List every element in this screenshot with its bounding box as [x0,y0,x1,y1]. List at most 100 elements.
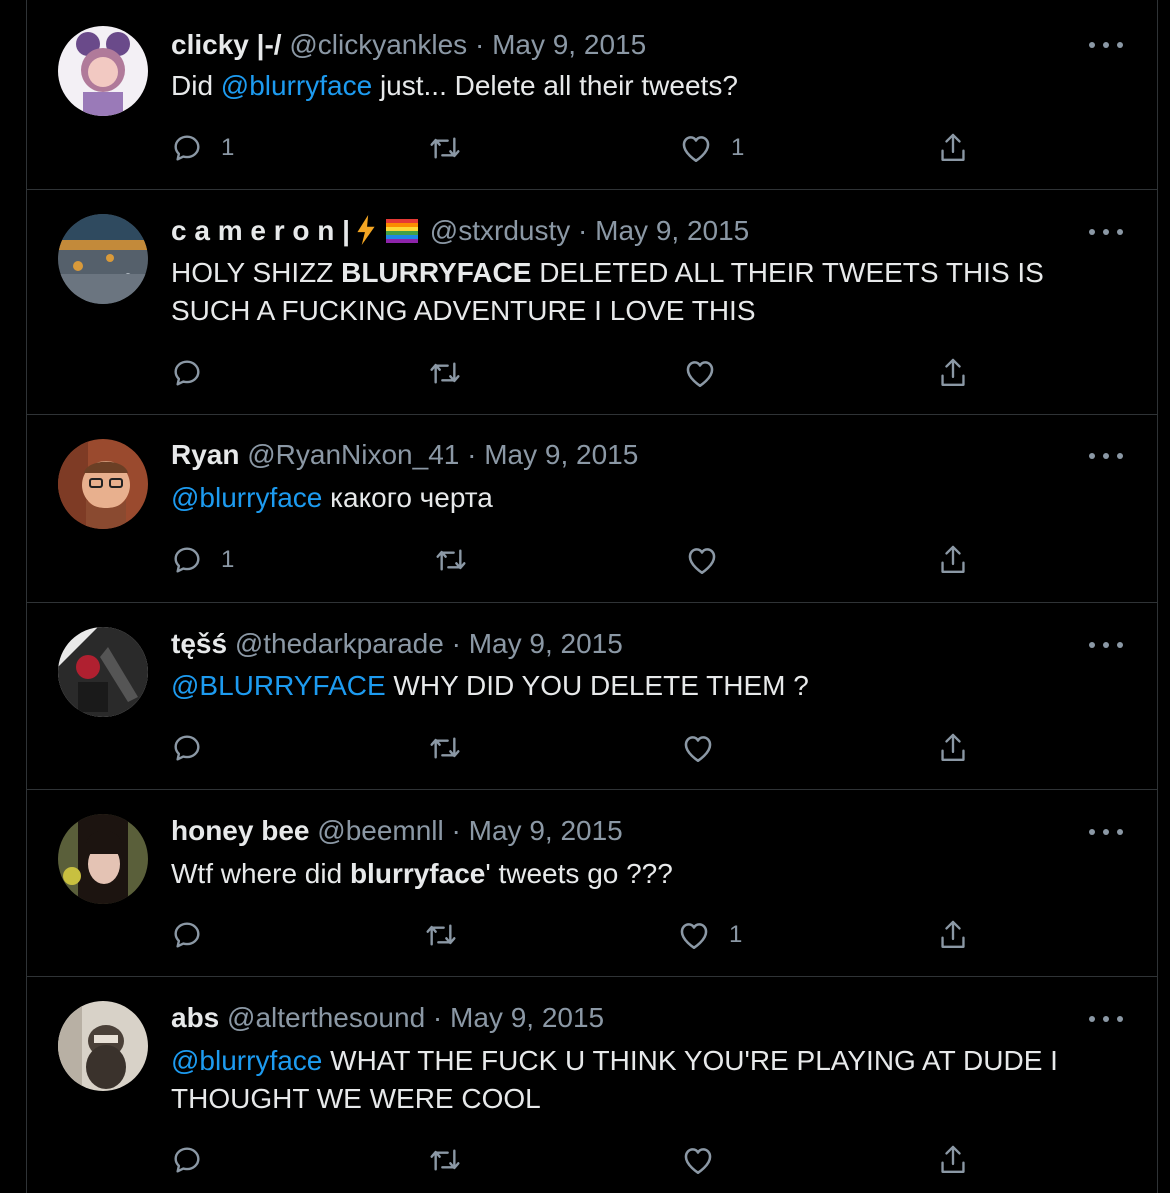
retweet-button[interactable] [433,540,469,580]
share-button[interactable] [937,728,969,768]
share-button[interactable] [937,540,969,580]
tweet-text: @blurryface WHAT THE FUCK U THINK YOU'RE… [171,1042,1127,1118]
text-segment: Did [171,70,221,101]
avatar[interactable] [58,814,148,904]
tweet-text: Wtf where did blurryface' tweets go ??? [171,855,1127,893]
text-segment: ' tweets go ??? [485,858,673,889]
tweet[interactable]: Ryan @RyanNixon_41 · May 9, 2015 @blurry… [27,415,1157,603]
share-icon [941,545,965,573]
tweet[interactable]: clicky |-/ @clickyankles · May 9, 2015 D… [27,0,1157,190]
user-handle[interactable]: @thedarkparade [235,628,444,659]
more-icon[interactable] [1089,446,1123,466]
user-handle[interactable]: @stxrdusty [430,215,570,246]
tweet-date[interactable]: May 9, 2015 [469,628,623,659]
user-handle[interactable]: @clickyankles [289,29,467,60]
tweet-actions [171,728,1157,768]
share-icon [941,358,965,386]
like-button[interactable] [681,1140,733,1180]
separator-dot: · [451,628,461,659]
tweet-date[interactable]: May 9, 2015 [484,439,638,470]
display-name[interactable]: clicky |-/ [171,29,282,60]
reply-button[interactable] [171,353,221,393]
share-button[interactable] [937,128,969,168]
mention-link[interactable]: @blurryface [171,1045,322,1076]
more-icon[interactable] [1089,822,1123,842]
retweet-button[interactable] [427,1140,463,1180]
retweet-icon [430,362,460,384]
tweet[interactable]: c a m e r o n | @stxrdusty · May 9, 2015… [27,190,1157,415]
more-icon[interactable] [1089,1009,1123,1029]
mention-link[interactable]: @blurryface [171,482,322,513]
reply-icon [174,547,200,573]
more-icon[interactable] [1089,222,1123,242]
share-button[interactable] [937,1140,969,1180]
avatar[interactable] [58,214,148,304]
tweet[interactable]: tęšś @thedarkparade · May 9, 2015 @BLURR… [27,603,1157,790]
share-button[interactable] [937,915,969,955]
tweet-header: c a m e r o n | @stxrdusty · May 9, 2015 [171,214,1097,248]
user-handle[interactable]: @alterthesound [227,1002,425,1033]
reply-icon [174,360,200,386]
user-handle[interactable]: @RyanNixon_41 [247,439,459,470]
retweet-button[interactable] [427,128,463,168]
mention-link[interactable]: @BLURRYFACE [171,670,386,701]
heart-icon [686,361,714,388]
reply-button[interactable] [171,1140,221,1180]
reply-button[interactable]: 1 [171,540,234,580]
tweet-actions: 1 1 [171,128,1157,168]
text-segment: HOLY SHIZZ [171,257,342,288]
retweet-button[interactable] [423,915,459,955]
tweet[interactable]: abs @alterthesound · May 9, 2015 @blurry… [27,977,1157,1193]
like-button[interactable]: 1 [679,128,744,168]
reply-button[interactable]: 1 [171,128,234,168]
display-name[interactable]: abs [171,1002,219,1033]
avatar[interactable] [58,26,148,116]
avatar[interactable] [58,1001,148,1091]
tweet-text: @BLURRYFACE WHY DID YOU DELETE THEM ? [171,667,1127,705]
heart-icon [684,736,712,763]
tweet[interactable]: honey bee @beemnll · May 9, 2015 Wtf whe… [27,790,1157,977]
retweet-icon [430,1149,460,1171]
like-button[interactable] [683,353,735,393]
heart-icon [680,923,708,950]
avatar[interactable] [58,439,148,529]
tweet-text: HOLY SHIZZ BLURRYFACE DELETED ALL THEIR … [171,254,1127,330]
text-segment: Wtf where did [171,858,350,889]
tweet-header: Ryan @RyanNixon_41 · May 9, 2015 [171,438,1097,472]
reply-icon [174,135,200,161]
display-name[interactable]: Ryan [171,439,239,470]
separator-dot: · [474,29,485,60]
text-segment: just... Delete all their tweets? [372,70,738,101]
retweet-button[interactable] [427,728,463,768]
reply-button[interactable] [171,915,221,955]
user-handle[interactable]: @beemnll [317,815,443,846]
share-icon [941,920,965,948]
like-button[interactable]: 1 [677,915,742,955]
tweet-actions: 1 [171,915,1157,955]
mention-link[interactable]: @blurryface [221,70,372,101]
heart-icon [682,136,710,163]
avatar[interactable] [58,627,148,717]
display-name[interactable]: tęšś [171,628,227,659]
rainbow-flag-emoji [386,219,419,243]
more-icon[interactable] [1089,35,1123,55]
like-button[interactable] [685,540,737,580]
tweet-date[interactable]: May 9, 2015 [595,215,749,246]
tweet-date[interactable]: May 9, 2015 [450,1002,604,1033]
tweet-date[interactable]: May 9, 2015 [469,815,623,846]
retweet-icon [436,549,466,571]
display-name[interactable]: honey bee [171,815,309,846]
reply-icon [174,735,200,761]
heart-icon [688,548,716,575]
share-button[interactable] [937,353,969,393]
reply-count: 1 [221,134,235,161]
retweet-button[interactable] [427,353,463,393]
separator-dot: · [467,439,477,470]
more-icon[interactable] [1089,635,1123,655]
retweet-icon [430,137,460,159]
tweet-header: honey bee @beemnll · May 9, 2015 [171,814,1097,848]
like-button[interactable] [681,728,733,768]
reply-button[interactable] [171,728,221,768]
tweet-date[interactable]: May 9, 2015 [492,29,646,60]
display-name[interactable]: c a m e r o n | [171,215,350,246]
